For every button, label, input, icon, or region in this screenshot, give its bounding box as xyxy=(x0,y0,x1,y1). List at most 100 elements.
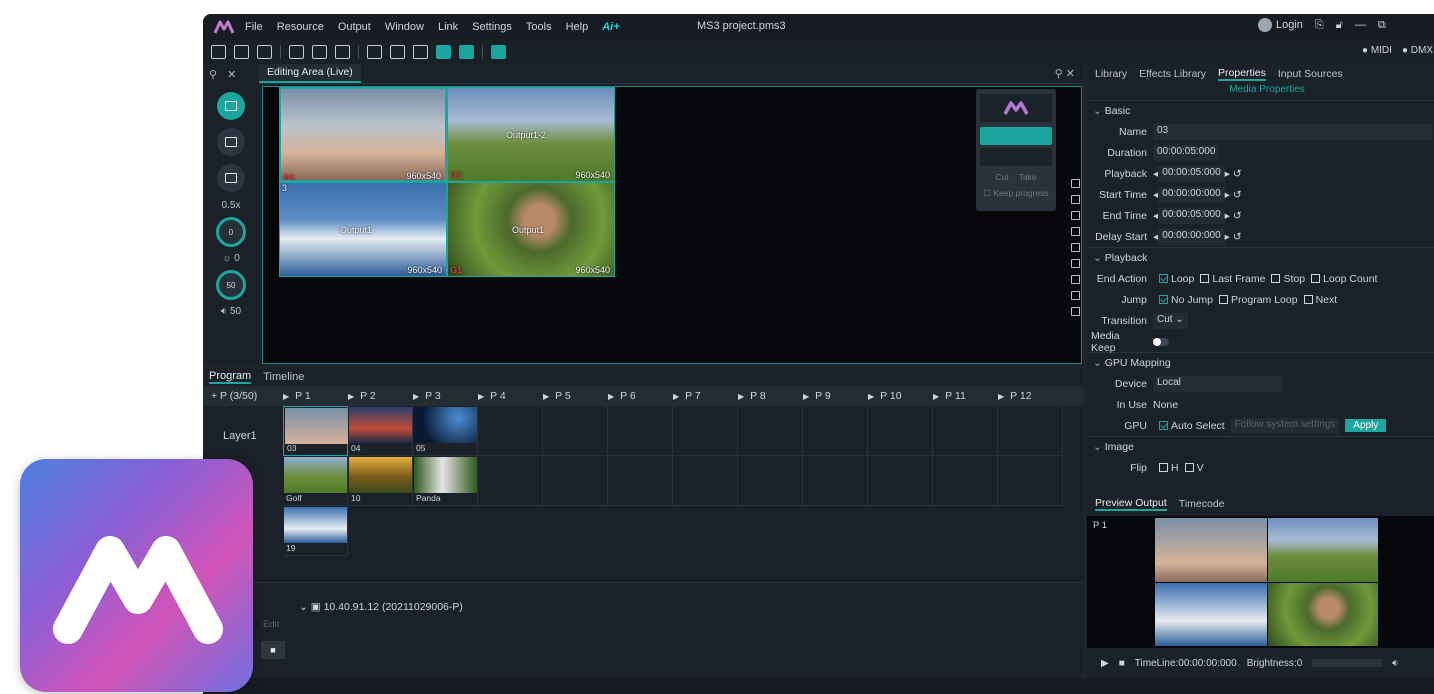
network-icon[interactable] xyxy=(491,45,506,59)
add-page-button[interactable]: + P (3/50) xyxy=(203,390,283,402)
lock-icon[interactable]: 🔓︎ xyxy=(1336,19,1343,32)
output-thumb-4[interactable]: Output1 G1 960x540 xyxy=(447,182,615,277)
midi-status[interactable]: MIDI xyxy=(1362,45,1392,56)
program-loop-checkbox[interactable] xyxy=(1219,295,1229,304)
start-time-field[interactable]: 00:00:00:000 xyxy=(1158,186,1225,203)
layout-icon[interactable] xyxy=(289,45,304,59)
pin-icon[interactable]: ⚲ xyxy=(209,68,217,81)
no-jump-checkbox[interactable] xyxy=(1159,295,1168,304)
page-tab[interactable]: P 1 xyxy=(283,390,348,402)
page-tab[interactable]: P 10 xyxy=(868,390,933,402)
menu-link[interactable]: Link xyxy=(438,21,458,33)
program-cell[interactable]: 03 xyxy=(283,406,348,456)
apply-button[interactable]: Apply xyxy=(1345,419,1387,432)
brightness-knob[interactable]: 0 xyxy=(216,217,246,247)
menu-settings[interactable]: Settings xyxy=(472,21,512,33)
page-tab[interactable]: P 8 xyxy=(738,390,803,402)
menu-help[interactable]: Help xyxy=(566,21,589,33)
editing-canvas[interactable]: G1 960x540 Output1-2 G1 960x540 3 Output… xyxy=(262,86,1082,364)
output-thumb-2[interactable]: Output1-2 G1 960x540 xyxy=(447,87,615,182)
split-view-button[interactable] xyxy=(980,148,1052,166)
edit-label[interactable]: Edit xyxy=(263,619,279,630)
live-toggle-button[interactable] xyxy=(980,127,1052,145)
program-cell[interactable]: 05 xyxy=(413,406,478,456)
flip-h-checkbox[interactable] xyxy=(1159,463,1168,472)
page-tab[interactable]: P 6 xyxy=(608,390,673,402)
tab-library[interactable]: Library xyxy=(1095,68,1127,80)
lock-icon[interactable] xyxy=(1071,179,1080,188)
program-cell[interactable]: 10 xyxy=(348,456,413,506)
name-field[interactable]: 03 xyxy=(1153,123,1433,140)
section-playback[interactable]: Playback xyxy=(1087,247,1434,268)
device-select[interactable]: Local xyxy=(1153,375,1283,392)
pin-close-icons[interactable]: ⚲ ✕ xyxy=(1047,64,1083,83)
delay-start-field[interactable]: 00:00:00:000 xyxy=(1158,228,1225,245)
cut-button[interactable]: Cut xyxy=(995,172,1008,182)
print-icon[interactable] xyxy=(257,45,272,59)
play-icon[interactable]: ▶ xyxy=(1101,658,1109,669)
ai-button[interactable]: Ai+ xyxy=(602,21,619,33)
keep-progress-checkbox[interactable]: ☐ Keep progress xyxy=(976,188,1056,199)
section-basic[interactable]: Basic xyxy=(1087,100,1434,121)
layout-grid-icon[interactable] xyxy=(335,45,350,59)
volume-knob[interactable]: 50 xyxy=(216,270,246,300)
add-icon[interactable] xyxy=(1071,243,1080,252)
next-checkbox[interactable] xyxy=(1303,295,1313,304)
ftb-button[interactable] xyxy=(217,164,245,192)
brightness-slider[interactable] xyxy=(1312,659,1383,667)
page-tab[interactable]: P 4 xyxy=(478,390,543,402)
grid-icon[interactable] xyxy=(1071,227,1080,236)
tab-preview-output[interactable]: Preview Output xyxy=(1095,497,1167,511)
duration-field[interactable]: 00:00:05:000 xyxy=(1153,144,1220,161)
end-time-field[interactable]: 00:00:05:000 xyxy=(1158,207,1225,224)
undo-icon[interactable] xyxy=(1071,291,1080,300)
redo-icon[interactable] xyxy=(1071,307,1080,316)
fit-icon[interactable] xyxy=(1071,211,1080,220)
menu-tools[interactable]: Tools xyxy=(526,21,552,33)
cube-icon[interactable] xyxy=(413,45,428,59)
transition-select[interactable]: Cut ⌄ xyxy=(1153,312,1188,329)
menu-window[interactable]: Window xyxy=(385,21,424,33)
live-mode-button[interactable] xyxy=(217,92,245,120)
stop-checkbox[interactable] xyxy=(1271,274,1281,283)
page-tab[interactable]: P 12 xyxy=(998,390,1063,402)
gpu-select[interactable]: Follow system settings xyxy=(1230,417,1340,434)
playback-field[interactable]: 00:00:05:000 xyxy=(1158,165,1225,182)
auto-select-checkbox[interactable] xyxy=(1159,421,1168,430)
menu-output[interactable]: Output xyxy=(338,21,371,33)
tab-timecode[interactable]: Timecode xyxy=(1179,498,1225,510)
page-tab[interactable]: P 7 xyxy=(673,390,738,402)
stop-button[interactable]: ■ xyxy=(261,641,285,659)
notification-icon[interactable]: ⎘ xyxy=(1315,19,1324,32)
login-button[interactable]: Login xyxy=(1258,18,1303,32)
page-tab[interactable]: P 5 xyxy=(543,390,608,402)
restore-icon[interactable]: ⧉ xyxy=(1378,19,1386,32)
tab-timeline[interactable]: Timeline xyxy=(263,371,304,383)
tab-editing-area[interactable]: Editing Area (Live) xyxy=(259,64,361,83)
page-tab[interactable]: P 2 xyxy=(348,390,413,402)
calendar-icon[interactable] xyxy=(459,45,474,59)
page-tab[interactable]: P 9 xyxy=(803,390,868,402)
loop-checkbox[interactable] xyxy=(1159,274,1168,283)
program-cell[interactable]: Golf xyxy=(283,456,348,506)
loop-count-checkbox[interactable] xyxy=(1311,274,1321,283)
tab-properties[interactable]: Properties xyxy=(1218,67,1266,81)
preview-mode-button[interactable] xyxy=(217,128,245,156)
page-tab[interactable]: P 3 xyxy=(413,390,478,402)
dmx-status[interactable]: DMX xyxy=(1402,45,1433,56)
section-image[interactable]: Image xyxy=(1087,436,1434,457)
program-cell[interactable]: 04 xyxy=(348,406,413,456)
menu-file[interactable]: File xyxy=(245,21,263,33)
mapping-icon[interactable] xyxy=(436,45,451,59)
camera-icon[interactable] xyxy=(1071,195,1080,204)
page-tab[interactable]: P 11 xyxy=(933,390,998,402)
save-icon[interactable] xyxy=(234,45,249,59)
tab-input-sources[interactable]: Input Sources xyxy=(1278,68,1343,80)
eye-icon[interactable] xyxy=(1071,275,1080,284)
output-icon[interactable] xyxy=(367,45,382,59)
minimize-icon[interactable]: — xyxy=(1355,19,1366,31)
new-icon[interactable] xyxy=(211,45,226,59)
output-thumb-3[interactable]: 3 Output1 960x540 xyxy=(279,182,447,277)
output-thumb-1[interactable]: G1 960x540 xyxy=(279,87,447,182)
program-cell[interactable]: 19 xyxy=(283,506,348,556)
